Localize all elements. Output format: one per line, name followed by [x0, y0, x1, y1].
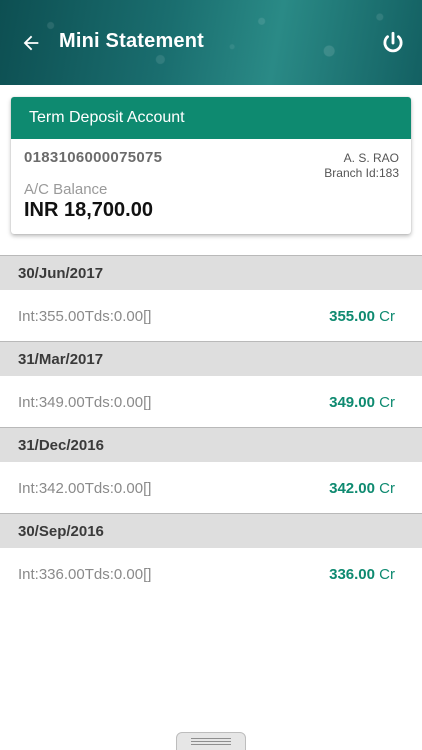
account-number: 0183106000075075: [24, 149, 163, 166]
amount-value: 349.00: [329, 394, 375, 411]
date-header: 31/Mar/2017: [0, 341, 422, 376]
transaction-row[interactable]: Int:336.00Tds:0.00[] 336.00 Cr: [0, 548, 422, 599]
grip-line: [191, 737, 231, 739]
transaction-description: Int:355.00Tds:0.00[]: [18, 308, 152, 325]
transaction-amount: 349.00 Cr: [329, 394, 395, 411]
balance-value: INR 18,700.00: [24, 199, 153, 221]
transaction-amount: 336.00 Cr: [329, 566, 395, 583]
transaction-description: Int:349.00Tds:0.00[]: [18, 394, 152, 411]
transaction-amount: 342.00 Cr: [329, 480, 395, 497]
amount-value: 336.00: [329, 566, 375, 583]
date-header: 31/Dec/2016: [0, 427, 422, 462]
app-header: Mini Statement: [0, 0, 422, 85]
transaction-row[interactable]: Int:355.00Tds:0.00[] 355.00 Cr: [0, 290, 422, 341]
transaction-amount: 355.00 Cr: [329, 308, 395, 325]
grip-line: [191, 743, 231, 745]
amount-value: 342.00: [329, 480, 375, 497]
power-icon: [383, 31, 403, 53]
drawer-handle[interactable]: [176, 732, 246, 750]
amount-type: Cr: [379, 394, 395, 411]
transaction-row[interactable]: Int:342.00Tds:0.00[] 342.00 Cr: [0, 462, 422, 513]
amount-type: Cr: [379, 566, 395, 583]
back-button[interactable]: [14, 26, 48, 60]
transaction-description: Int:336.00Tds:0.00[]: [18, 566, 152, 583]
arrow-left-icon: [23, 35, 39, 51]
balance-label: A/C Balance: [24, 181, 108, 198]
amount-type: Cr: [379, 480, 395, 497]
account-card: Term Deposit Account 0183106000075075 A.…: [11, 97, 411, 234]
amount-value: 355.00: [329, 308, 375, 325]
logout-button[interactable]: [376, 26, 410, 60]
transaction-description: Int:342.00Tds:0.00[]: [18, 480, 152, 497]
grip-line: [191, 740, 231, 742]
transaction-list: 30/Jun/2017 Int:355.00Tds:0.00[] 355.00 …: [0, 255, 422, 599]
page-title: Mini Statement: [59, 30, 205, 52]
transaction-row[interactable]: Int:349.00Tds:0.00[] 349.00 Cr: [0, 376, 422, 427]
date-header: 30/Jun/2017: [0, 255, 422, 290]
date-header: 30/Sep/2016: [0, 513, 422, 548]
amount-type: Cr: [379, 308, 395, 325]
account-holder: A. S. RAO: [343, 151, 399, 165]
account-type: Term Deposit Account: [11, 97, 411, 139]
branch-id: Branch Id:183: [324, 166, 399, 180]
